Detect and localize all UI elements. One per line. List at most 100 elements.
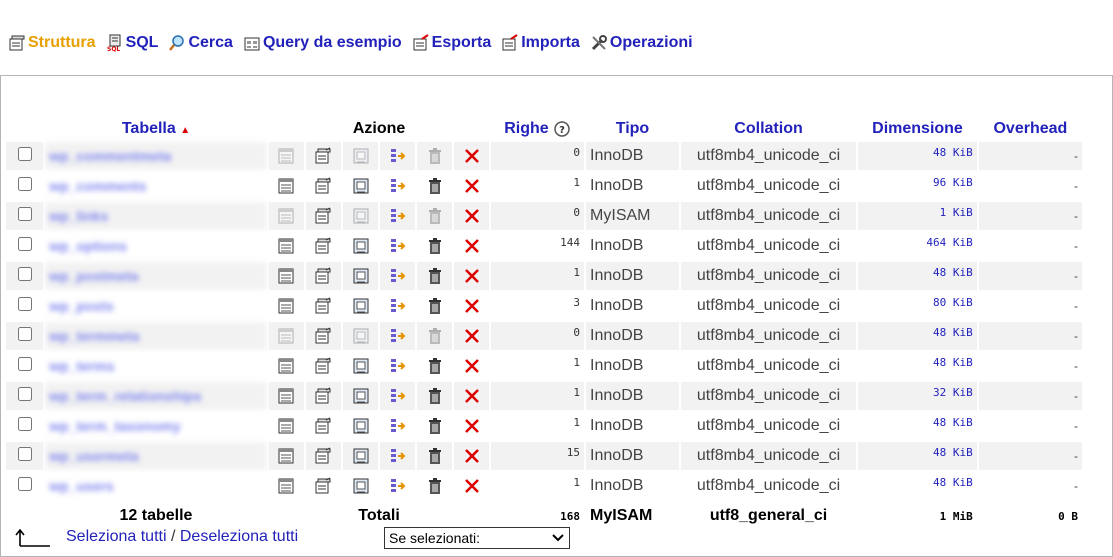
browse-icon[interactable] bbox=[277, 177, 295, 195]
row-checkbox[interactable] bbox=[17, 327, 32, 341]
table-search-icon[interactable] bbox=[352, 207, 370, 225]
empty-icon[interactable] bbox=[426, 417, 444, 435]
table-search-icon[interactable] bbox=[352, 357, 370, 375]
drop-icon[interactable] bbox=[463, 237, 481, 255]
structure-icon[interactable] bbox=[314, 267, 332, 285]
browse-icon[interactable] bbox=[277, 297, 295, 315]
size[interactable]: 48 KiB bbox=[858, 442, 977, 470]
select-all-link[interactable]: Seleziona tutti bbox=[66, 528, 167, 545]
tab-operazioni[interactable]: Operazioni bbox=[590, 34, 693, 52]
drop-icon[interactable] bbox=[463, 477, 481, 495]
size[interactable]: 48 KiB bbox=[858, 352, 977, 380]
empty-icon[interactable] bbox=[426, 357, 444, 375]
structure-icon[interactable] bbox=[314, 207, 332, 225]
table-search-icon[interactable] bbox=[352, 267, 370, 285]
empty-icon[interactable] bbox=[426, 237, 444, 255]
drop-icon[interactable] bbox=[463, 357, 481, 375]
browse-icon[interactable] bbox=[277, 447, 295, 465]
structure-icon[interactable] bbox=[314, 147, 332, 165]
size[interactable]: 48 KiB bbox=[858, 412, 977, 440]
size[interactable]: 464 KiB bbox=[858, 232, 977, 260]
tab-esporta[interactable]: Esporta bbox=[412, 34, 491, 52]
structure-icon[interactable] bbox=[314, 447, 332, 465]
table-name[interactable]: wp_term_relationships bbox=[45, 382, 267, 410]
header-dimensione[interactable]: Dimensione bbox=[858, 118, 977, 140]
structure-icon[interactable] bbox=[314, 387, 332, 405]
insert-icon[interactable] bbox=[389, 297, 407, 315]
empty-icon[interactable] bbox=[426, 447, 444, 465]
table-name[interactable]: wp_comments bbox=[45, 172, 267, 200]
header-collation[interactable]: Collation bbox=[681, 118, 856, 140]
table-name[interactable]: wp_terms bbox=[45, 352, 267, 380]
table-search-icon[interactable] bbox=[352, 297, 370, 315]
size[interactable]: 48 KiB bbox=[858, 322, 977, 350]
insert-icon[interactable] bbox=[389, 327, 407, 345]
browse-icon[interactable] bbox=[277, 387, 295, 405]
size[interactable]: 80 KiB bbox=[858, 292, 977, 320]
drop-icon[interactable] bbox=[463, 387, 481, 405]
row-checkbox[interactable] bbox=[17, 207, 32, 221]
table-search-icon[interactable] bbox=[352, 447, 370, 465]
empty-icon[interactable] bbox=[426, 267, 444, 285]
insert-icon[interactable] bbox=[389, 417, 407, 435]
empty-icon[interactable] bbox=[426, 297, 444, 315]
header-overhead[interactable]: Overhead bbox=[979, 118, 1082, 140]
size[interactable]: 48 KiB bbox=[858, 472, 977, 500]
browse-icon[interactable] bbox=[277, 357, 295, 375]
browse-icon[interactable] bbox=[277, 207, 295, 225]
tab-query-da-esempio[interactable]: Query da esempio bbox=[243, 34, 402, 52]
structure-icon[interactable] bbox=[314, 177, 332, 195]
size[interactable]: 1 KiB bbox=[858, 202, 977, 230]
row-checkbox[interactable] bbox=[17, 297, 32, 311]
size[interactable]: 96 KiB bbox=[858, 172, 977, 200]
insert-icon[interactable] bbox=[389, 177, 407, 195]
browse-icon[interactable] bbox=[277, 147, 295, 165]
deselect-all-link[interactable]: Deseleziona tutti bbox=[180, 528, 298, 545]
empty-icon[interactable] bbox=[426, 147, 444, 165]
row-checkbox[interactable] bbox=[17, 477, 32, 491]
structure-icon[interactable] bbox=[314, 237, 332, 255]
insert-icon[interactable] bbox=[389, 147, 407, 165]
table-name[interactable]: wp_commentmeta bbox=[45, 142, 267, 170]
empty-icon[interactable] bbox=[426, 177, 444, 195]
table-name[interactable]: wp_links bbox=[45, 202, 267, 230]
row-checkbox[interactable] bbox=[17, 267, 32, 281]
structure-icon[interactable] bbox=[314, 477, 332, 495]
row-checkbox[interactable] bbox=[17, 417, 32, 431]
structure-icon[interactable] bbox=[314, 297, 332, 315]
table-name[interactable]: wp_posts bbox=[45, 292, 267, 320]
browse-icon[interactable] bbox=[277, 327, 295, 345]
insert-icon[interactable] bbox=[389, 207, 407, 225]
header-righe[interactable]: Righe ? bbox=[491, 118, 584, 140]
table-search-icon[interactable] bbox=[352, 387, 370, 405]
table-name[interactable]: wp_termmeta bbox=[45, 322, 267, 350]
insert-icon[interactable] bbox=[389, 357, 407, 375]
empty-icon[interactable] bbox=[426, 477, 444, 495]
tab-importa[interactable]: Importa bbox=[501, 34, 580, 52]
tab-struttura[interactable]: Struttura bbox=[8, 34, 96, 52]
browse-icon[interactable] bbox=[277, 417, 295, 435]
drop-icon[interactable] bbox=[463, 327, 481, 345]
drop-icon[interactable] bbox=[463, 207, 481, 225]
drop-icon[interactable] bbox=[463, 267, 481, 285]
with-selected-dropdown[interactable]: Se selezionati: bbox=[384, 527, 570, 549]
table-search-icon[interactable] bbox=[352, 237, 370, 255]
table-search-icon[interactable] bbox=[352, 477, 370, 495]
tab-sql[interactable]: SQL SQL bbox=[106, 34, 159, 52]
insert-icon[interactable] bbox=[389, 447, 407, 465]
table-name[interactable]: wp_usermeta bbox=[45, 442, 267, 470]
table-search-icon[interactable] bbox=[352, 147, 370, 165]
help-icon[interactable]: ? bbox=[553, 120, 571, 138]
table-search-icon[interactable] bbox=[352, 417, 370, 435]
insert-icon[interactable] bbox=[389, 267, 407, 285]
size[interactable]: 32 KiB bbox=[858, 382, 977, 410]
drop-icon[interactable] bbox=[463, 177, 481, 195]
row-checkbox[interactable] bbox=[17, 387, 32, 401]
tab-cerca[interactable]: Cerca bbox=[168, 34, 233, 52]
browse-icon[interactable] bbox=[277, 267, 295, 285]
drop-icon[interactable] bbox=[463, 147, 481, 165]
row-checkbox[interactable] bbox=[17, 147, 32, 161]
size[interactable]: 48 KiB bbox=[858, 262, 977, 290]
table-name[interactable]: wp_options bbox=[45, 232, 267, 260]
row-checkbox[interactable] bbox=[17, 447, 32, 461]
